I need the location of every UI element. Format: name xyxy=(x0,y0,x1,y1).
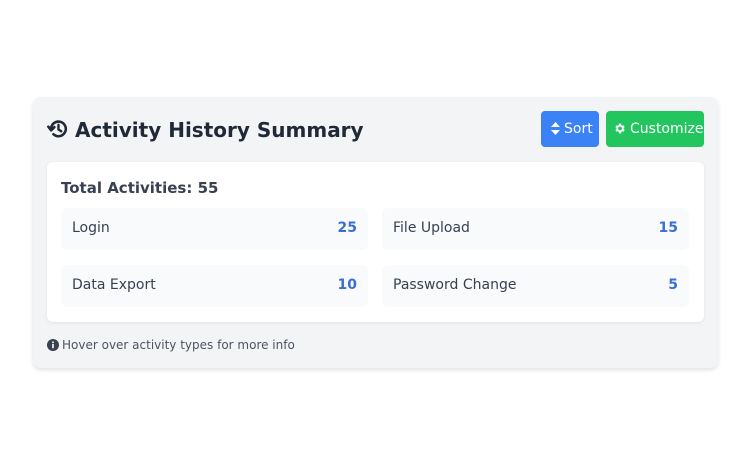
info-icon xyxy=(47,339,59,351)
sort-button-label: Sort xyxy=(564,121,593,137)
activity-label: File Upload xyxy=(393,220,470,236)
total-activities: Total Activities: 55 xyxy=(61,179,219,197)
summary-panel: Total Activities: 55 Login 25 File Uploa… xyxy=(47,162,704,322)
activity-item-file-upload[interactable]: File Upload 15 xyxy=(382,208,689,250)
activity-summary-card: Activity History Summary Sort Customize … xyxy=(33,97,718,368)
gear-icon xyxy=(615,123,625,134)
activity-count: 5 xyxy=(668,277,678,293)
activity-label: Data Export xyxy=(72,277,156,293)
history-icon xyxy=(47,118,69,140)
sort-icon xyxy=(551,122,560,135)
sort-button[interactable]: Sort xyxy=(541,111,599,147)
customize-button-label: Customize xyxy=(630,121,704,137)
activity-item-login[interactable]: Login 25 xyxy=(61,208,368,250)
activity-item-data-export[interactable]: Data Export 10 xyxy=(61,265,368,307)
activity-item-password-change[interactable]: Password Change 5 xyxy=(382,265,689,307)
footer-hint: Hover over activity types for more info xyxy=(47,338,295,352)
activity-label: Login xyxy=(72,220,110,236)
page-title: Activity History Summary xyxy=(75,118,364,142)
activity-label: Password Change xyxy=(393,277,517,293)
activity-count: 15 xyxy=(658,220,678,236)
customize-button[interactable]: Customize xyxy=(606,111,704,147)
card-header: Activity History Summary Sort Customize xyxy=(47,111,704,147)
footer-hint-text: Hover over activity types for more info xyxy=(62,338,295,352)
activity-count: 25 xyxy=(337,220,357,236)
activity-count: 10 xyxy=(337,277,357,293)
